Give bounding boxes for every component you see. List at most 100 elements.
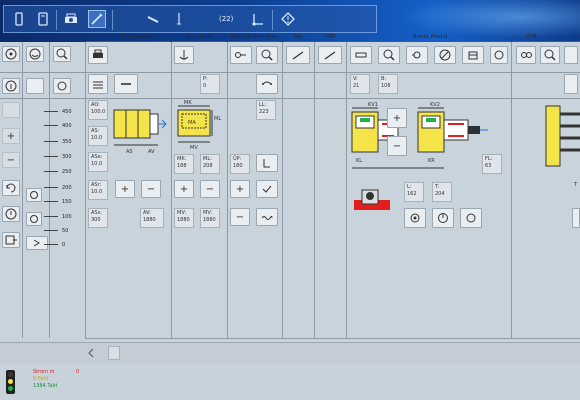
col-uebertr: Überstärkestation: [229, 34, 279, 40]
pen-icon[interactable]: [88, 10, 106, 28]
fal-tool-icon[interactable]: [286, 46, 310, 64]
bracket-button[interactable]: [256, 154, 278, 172]
v-field[interactable]: V: 21: [350, 74, 370, 94]
diamond-warning-icon[interactable]: [279, 10, 297, 28]
asr-field[interactable]: ASr: 10.0: [88, 180, 108, 200]
col-icm: ICM: [525, 34, 537, 40]
zoom-icon[interactable]: [53, 46, 71, 62]
mk-field[interactable]: MK: 188: [174, 154, 194, 174]
abtransport-plus[interactable]: +: [115, 180, 135, 198]
ass-field[interactable]: ASs: 300: [88, 208, 108, 228]
as-field[interactable]: AS: 10.0: [88, 126, 108, 146]
status-count-1: 0: [76, 369, 80, 375]
circle-button[interactable]: [53, 78, 71, 94]
col-starklerer: Stärklerer: [185, 34, 213, 40]
face-icon[interactable]: [26, 46, 44, 62]
mv-field-b[interactable]: MV: 1880: [200, 208, 220, 228]
mobile-icon[interactable]: [10, 10, 28, 28]
starklerer-diagram: MK MA ML MV: [177, 100, 221, 150]
vbr-tool-icon[interactable]: [318, 46, 342, 64]
target-button[interactable]: [460, 208, 482, 228]
icm-more-button[interactable]: [564, 46, 578, 64]
svg-text:AS: AS: [126, 149, 133, 155]
mechanism-icon[interactable]: [462, 46, 484, 64]
svg-text:KR: KR: [428, 158, 435, 164]
gauge-icon[interactable]: [249, 10, 267, 28]
printer-tool-icon[interactable]: [88, 46, 108, 64]
anchor-icon[interactable]: [174, 46, 194, 64]
machine-panel: [0, 42, 580, 342]
icm-tool-icon[interactable]: [516, 46, 536, 64]
zoom-tool-icon[interactable]: [256, 46, 278, 64]
scale-tick: 0: [44, 241, 65, 248]
p-field[interactable]: P: 0: [200, 74, 220, 94]
abtransport-diagram: AS AV: [113, 109, 167, 155]
compass-icon[interactable]: [432, 208, 454, 228]
b-field[interactable]: B: 108: [378, 74, 398, 94]
machine-illustration: [354, 189, 390, 210]
icm-side-button[interactable]: [564, 74, 578, 94]
status-message-1: Strom m: [33, 369, 55, 375]
alert-icon[interactable]: [2, 206, 20, 222]
check-arrow-button[interactable]: [256, 180, 278, 198]
starklerer-minus[interactable]: −: [200, 180, 220, 198]
svg-text:MA: MA: [188, 120, 196, 126]
toolbar: (22): [3, 5, 377, 33]
minus-button[interactable]: −: [2, 152, 20, 168]
icm-zoom-icon[interactable]: [540, 46, 560, 64]
starklerer-plus[interactable]: +: [174, 180, 194, 198]
ase-field[interactable]: ASe: 10.0: [88, 152, 108, 172]
mv-field-a[interactable]: MV: 1880: [174, 208, 194, 228]
up-field[interactable]: ÜP: 180: [230, 154, 250, 174]
uebertr-plus[interactable]: +: [230, 180, 250, 198]
up-button[interactable]: [2, 102, 20, 118]
scale-tick: 350: [44, 138, 72, 145]
abtransport-minus[interactable]: −: [141, 180, 161, 198]
plus-button[interactable]: +: [2, 128, 20, 144]
step-up-button[interactable]: [26, 188, 42, 202]
option-button[interactable]: [26, 78, 44, 94]
ll-field[interactable]: LL: 223: [256, 100, 276, 120]
scroll-left-icon[interactable]: [86, 347, 96, 359]
key-icon[interactable]: [230, 46, 252, 64]
counter-badge: (22): [219, 15, 234, 23]
svg-text:AV: AV: [148, 149, 155, 155]
svg-text:MV: MV: [190, 145, 198, 150]
tablet-icon[interactable]: [34, 10, 52, 28]
pipe-icon[interactable]: [350, 46, 372, 64]
svg-text:KV2: KV2: [430, 102, 440, 108]
col-breite: Breite Modul: [412, 34, 448, 40]
breite-plus[interactable]: +: [387, 108, 407, 128]
stack-icon[interactable]: [88, 74, 108, 94]
robot-icon[interactable]: [2, 46, 20, 62]
breite-minus[interactable]: −: [387, 136, 407, 156]
breite-zoom-icon[interactable]: [378, 46, 400, 64]
fl-field[interactable]: FL: 63: [482, 154, 502, 174]
uebertr-minus[interactable]: −: [230, 208, 250, 226]
needle-icon[interactable]: [170, 10, 188, 28]
icm-edge-button[interactable]: [572, 208, 580, 228]
av-field[interactable]: AV: 1880: [140, 208, 164, 228]
ml-field[interactable]: ML: 208: [200, 154, 220, 174]
t-field[interactable]: T: 204: [432, 182, 452, 202]
info-button[interactable]: [2, 78, 20, 94]
scroll-track[interactable]: [0, 342, 580, 364]
flame-icon[interactable]: [406, 46, 428, 64]
ao-field[interactable]: AO: 100.0: [88, 100, 108, 120]
loop-button[interactable]: [256, 74, 278, 94]
scale-tick: 300: [44, 153, 72, 160]
dash-button[interactable]: [114, 74, 138, 94]
circle-option-button[interactable]: [490, 46, 508, 64]
wave-button[interactable]: [256, 208, 278, 226]
pipette-icon[interactable]: [144, 10, 162, 28]
status-message-3: 1384 Takt: [33, 383, 58, 389]
export-icon[interactable]: [2, 232, 20, 248]
l-field[interactable]: L: 162: [404, 182, 424, 202]
icm-diagram: [545, 105, 580, 167]
scroll-thumb[interactable]: [108, 346, 120, 360]
step-down-button[interactable]: [26, 212, 42, 226]
no-entry-icon[interactable]: [434, 46, 456, 64]
refresh-icon[interactable]: [2, 180, 20, 196]
printer-icon[interactable]: [62, 10, 80, 28]
rotate-icon[interactable]: [404, 208, 426, 228]
